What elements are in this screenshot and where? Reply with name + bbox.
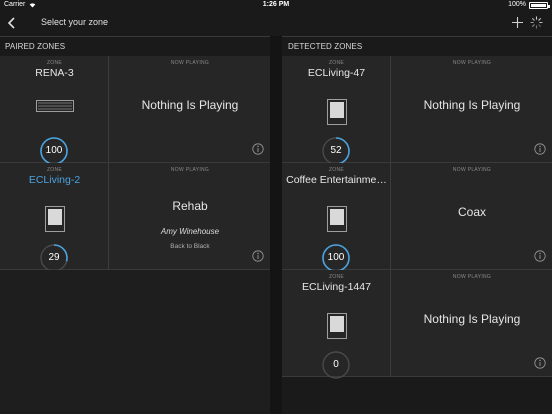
volume-value: 100 (45, 145, 63, 156)
column-divider (270, 36, 282, 414)
battery-percent: 100% (508, 1, 526, 8)
zone-card-coffee-entertainment[interactable]: ZONE Coffee Entertainme… 100 NOW PLAYING… (282, 163, 552, 272)
speaker-icon (45, 206, 65, 232)
now-playing-panel: NOW PLAYING Coax (392, 163, 552, 269)
zone-info: ZONE ECLiving-2 29 (0, 163, 109, 272)
now-playing-caption: NOW PLAYING (452, 60, 492, 66)
zone-caption: ZONE (46, 167, 63, 173)
detected-zones-header: DETECTED ZONES (282, 36, 552, 56)
detected-zones-list: ZONE ECLiving-47 52 NOW PLAYING Nothing … (282, 56, 552, 379)
now-playing-title: Coax (457, 205, 486, 219)
add-icon[interactable] (511, 16, 524, 29)
track-album: Back to Black (170, 243, 210, 250)
soundbar-icon (36, 100, 74, 112)
status-bar: Carrier 1:26 PM 100% (0, 0, 552, 11)
zone-name: Coffee Entertainme… (286, 174, 387, 186)
info-icon[interactable] (534, 143, 546, 155)
now-playing-panel: NOW PLAYING Rehab Amy Winehouse Back to … (110, 163, 270, 269)
zone-info: ZONE ECLiving-1447 0 (282, 270, 391, 379)
volume-value: 100 (327, 252, 345, 263)
track-title: Rehab (172, 199, 208, 213)
empty-area (0, 270, 270, 410)
zone-card-rena-3[interactable]: ZONE RENA-3 100 NOW PLAYING Nothing Is P… (0, 56, 270, 165)
now-playing-caption: NOW PLAYING (170, 60, 210, 66)
loading-spinner-icon (530, 16, 543, 29)
info-icon[interactable] (534, 250, 546, 262)
now-playing-panel: NOW PLAYING Nothing Is Playing (110, 56, 270, 162)
zone-card-ecliving-2[interactable]: ZONE ECLiving-2 29 NOW PLAYING Rehab Amy… (0, 163, 270, 272)
zone-caption: ZONE (46, 60, 63, 66)
speaker-icon (327, 99, 347, 125)
now-playing-title: Nothing Is Playing (423, 98, 521, 112)
zone-info: ZONE ECLiving-47 52 (282, 56, 391, 165)
zone-name: RENA-3 (35, 67, 74, 79)
volume-value: 29 (48, 252, 60, 263)
nav-bar: Select your zone (0, 11, 552, 35)
info-icon[interactable] (534, 357, 546, 369)
zone-info: ZONE Coffee Entertainme… 100 (282, 163, 391, 272)
now-playing-title: Nothing Is Playing (423, 312, 521, 326)
zone-card-ecliving-1447[interactable]: ZONE ECLiving-1447 0 NOW PLAYING Nothing… (282, 270, 552, 379)
zone-name: ECLiving-1447 (302, 281, 371, 293)
speaker-icon (327, 206, 347, 232)
zone-info: ZONE RENA-3 100 (0, 56, 109, 165)
zone-caption: ZONE (328, 274, 345, 280)
zone-card-ecliving-47[interactable]: ZONE ECLiving-47 52 NOW PLAYING Nothing … (282, 56, 552, 165)
volume-value: 52 (330, 145, 342, 156)
info-icon[interactable] (252, 250, 264, 262)
now-playing-panel: NOW PLAYING Nothing Is Playing (392, 270, 552, 376)
paired-zones-header: PAIRED ZONES (0, 36, 270, 56)
now-playing-panel: NOW PLAYING Nothing Is Playing (392, 56, 552, 162)
info-icon[interactable] (252, 143, 264, 155)
now-playing-caption: NOW PLAYING (452, 274, 492, 280)
clock: 1:26 PM (262, 1, 290, 8)
now-playing-caption: NOW PLAYING (452, 167, 492, 173)
paired-zones-list: ZONE RENA-3 100 NOW PLAYING Nothing Is P… (0, 56, 270, 410)
now-playing-title: Nothing Is Playing (141, 98, 239, 112)
track-artist: Amy Winehouse (160, 227, 220, 236)
now-playing-caption: NOW PLAYING (170, 167, 210, 173)
zone-name: ECLiving-47 (307, 67, 366, 79)
zone-caption: ZONE (328, 167, 345, 173)
speaker-icon (327, 313, 347, 339)
zone-caption: ZONE (328, 60, 345, 66)
back-chevron-icon[interactable] (6, 16, 18, 30)
page-title: Select your zone (41, 17, 109, 27)
zone-name: ECLiving-2 (28, 174, 81, 186)
volume-value: 0 (333, 359, 339, 370)
battery-icon (529, 2, 550, 9)
